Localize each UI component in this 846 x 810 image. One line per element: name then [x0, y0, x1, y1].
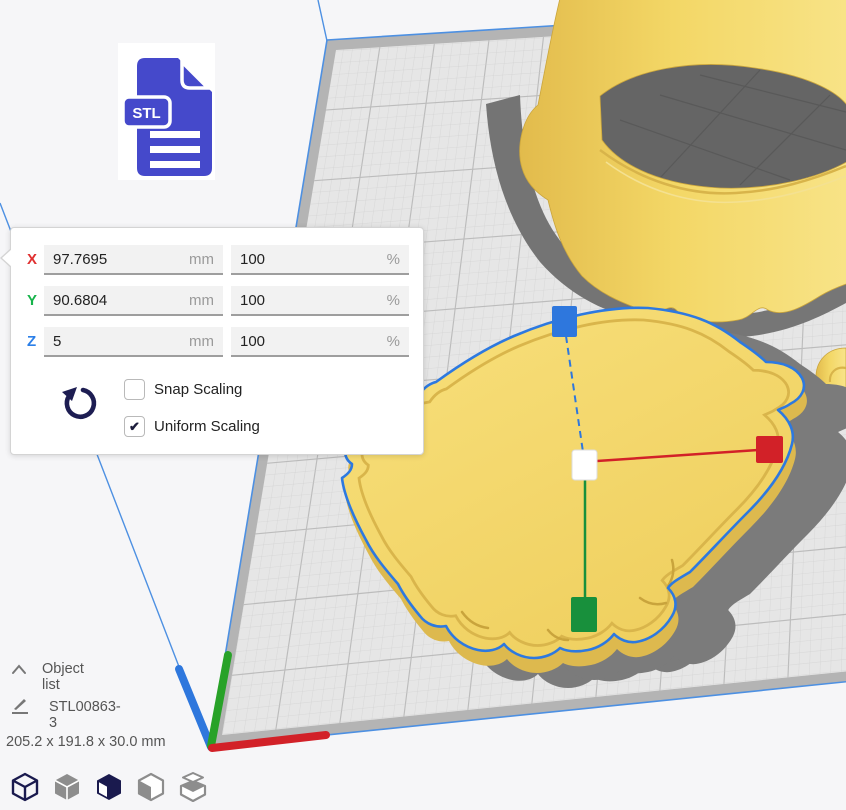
camera-view-toolbar — [10, 772, 208, 802]
x-size-input[interactable] — [44, 245, 223, 273]
y-size-field: mm — [44, 286, 223, 316]
model-dimensions: 205.2 x 191.8 x 30.0 mm — [6, 734, 166, 750]
pencil-icon — [11, 697, 29, 715]
uniform-scaling-label: Uniform Scaling — [154, 418, 260, 435]
stl-file-icon: STL — [118, 43, 215, 180]
chevron-up-icon[interactable] — [11, 663, 27, 675]
scale-row-y: Y mm % — [11, 286, 423, 316]
z-percent-field: % — [231, 327, 409, 357]
reset-icon — [60, 383, 98, 423]
z-size-field: mm — [44, 327, 223, 357]
scale-row-x: X mm % — [11, 245, 423, 275]
axis-z-label: Z — [27, 333, 36, 350]
scale-row-z: Z mm % — [11, 327, 423, 357]
front-view-icon[interactable] — [94, 772, 124, 802]
scale-tool-panel: X mm % Y mm % Z mm % — [10, 227, 424, 455]
z-size-input[interactable] — [44, 327, 223, 355]
scale-handle-x[interactable] — [756, 436, 783, 463]
y-percent-input[interactable] — [231, 286, 409, 314]
object-list-label[interactable]: Object list — [42, 661, 84, 693]
uniform-check-icon: ✔ — [129, 419, 140, 435]
axis-x-label: X — [27, 251, 37, 268]
panel-pointer — [0, 248, 11, 268]
solid-view-icon[interactable] — [52, 772, 82, 802]
scale-handle-z[interactable] — [552, 306, 577, 337]
snap-scaling-row: Snap Scaling — [124, 379, 242, 400]
uniform-scaling-row: ✔ Uniform Scaling — [124, 416, 260, 437]
uniform-scaling-checkbox[interactable]: ✔ — [124, 416, 145, 437]
y-size-input[interactable] — [44, 286, 223, 314]
y-percent-field: % — [231, 286, 409, 316]
left-side-view-icon[interactable] — [136, 772, 166, 802]
x-size-field: mm — [44, 245, 223, 275]
z-percent-input[interactable] — [231, 327, 409, 355]
snap-scaling-label: Snap Scaling — [154, 381, 242, 398]
x-percent-input[interactable] — [231, 245, 409, 273]
object-name[interactable]: STL00863-3 — [49, 699, 121, 731]
scale-handle-center[interactable] — [572, 450, 597, 480]
reset-scale-button[interactable] — [59, 383, 99, 425]
x-percent-field: % — [231, 245, 409, 275]
stl-file-thumbnail[interactable]: STL — [118, 43, 215, 180]
right-side-view-icon[interactable] — [178, 772, 208, 802]
snap-scaling-checkbox[interactable] — [124, 379, 145, 400]
3d-view-icon[interactable] — [10, 772, 40, 802]
axis-y-label: Y — [27, 292, 37, 309]
stl-badge-text: STL — [132, 105, 160, 122]
scale-handle-y[interactable] — [571, 597, 597, 632]
